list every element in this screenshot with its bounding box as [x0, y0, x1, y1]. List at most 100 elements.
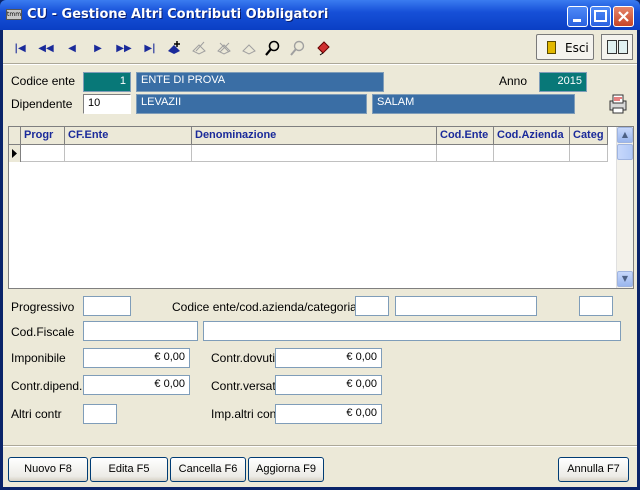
ente-name-field[interactable]: ENTE DI PROVA [136, 72, 384, 92]
delete-record-button[interactable] [213, 37, 235, 59]
anno-field[interactable]: 2015 [539, 72, 587, 92]
save-record-button[interactable] [238, 37, 260, 59]
last-record-button[interactable]: ▶| [139, 37, 161, 59]
table-cell[interactable] [494, 145, 570, 162]
codici-label: Codice ente/cod.azienda/categoria [172, 300, 357, 314]
column-header-categ[interactable]: Categ [570, 127, 608, 145]
close-button[interactable] [613, 6, 634, 27]
title-bar[interactable]: tmm CU - Gestione Altri Contributi Obbli… [0, 0, 640, 30]
grid-corner [9, 127, 21, 145]
current-row-indicator-icon [12, 149, 17, 158]
dipendente-label: Dipendente [11, 97, 73, 111]
cognome-field[interactable]: LEVAZII [136, 94, 367, 114]
anno-label: Anno [499, 74, 528, 88]
footer-separator [3, 445, 637, 447]
categoria-detail-field[interactable] [579, 296, 613, 316]
nome-field[interactable]: SALAM [372, 94, 575, 114]
table-cell[interactable] [21, 145, 65, 162]
aggiorna-button[interactable]: Aggiorna F9 [248, 457, 324, 482]
scroll-thumb[interactable] [617, 144, 633, 160]
save-record-icon [242, 44, 256, 55]
table-cell[interactable] [65, 145, 192, 162]
annulla-button[interactable]: Annulla F7 [558, 457, 629, 482]
altri-contr-label: Altri contr [11, 407, 62, 421]
edita-button[interactable]: Edita F5 [90, 457, 168, 482]
print-button[interactable] [606, 92, 630, 116]
contr-dovuti-field[interactable]: € 0,00 [275, 348, 382, 368]
table-cell[interactable] [437, 145, 494, 162]
app-icon: tmm [6, 9, 22, 20]
new-record-button[interactable] [163, 37, 185, 59]
cod-fiscale-label: Cod.Fiscale [11, 325, 75, 339]
eraser-icon [317, 41, 330, 56]
column-header-cod-azienda[interactable]: Cod.Azienda [494, 127, 570, 145]
search-button[interactable] [262, 37, 284, 59]
chevron-down-icon: ▼ [621, 274, 629, 283]
table-cell[interactable] [570, 145, 608, 162]
contr-dovuti-label: Contr.dovuti [211, 351, 276, 365]
nuovo-button[interactable]: Nuovo F8 [8, 457, 88, 482]
next-page-icon: ▶▶ [116, 42, 132, 54]
prev-record-icon: ◀ [68, 42, 76, 54]
codice-ente-detail-field[interactable] [355, 296, 389, 316]
esci-button[interactable]: Esci [536, 34, 594, 60]
close-icon [618, 11, 629, 22]
contr-dipend-field[interactable]: € 0,00 [83, 375, 190, 395]
prev-page-icon: ◀◀ [38, 42, 54, 54]
delete-record-icon [217, 42, 231, 55]
column-header-cod-ente[interactable]: Cod.Ente [437, 127, 494, 145]
next-record-icon: ▶ [94, 42, 102, 54]
search-next-button[interactable] [287, 37, 309, 59]
imponibile-label: Imponibile [11, 351, 66, 365]
column-header-cf-ente[interactable]: CF.Ente [65, 127, 192, 145]
clear-filter-button[interactable] [312, 37, 334, 59]
codice-ente-label: Codice ente [11, 74, 76, 88]
scroll-up-button[interactable]: ▲ [617, 127, 633, 143]
last-record-icon: ▶| [144, 42, 156, 54]
table-cell[interactable] [192, 145, 437, 162]
prev-record-button[interactable]: ◀ [61, 37, 83, 59]
chevron-up-icon: ▲ [621, 130, 629, 139]
main-window: tmm CU - Gestione Altri Contributi Obbli… [0, 0, 640, 490]
toolbar-separator [3, 63, 637, 65]
contr-versati-field[interactable]: € 0,00 [275, 375, 382, 395]
first-record-button[interactable]: |◀ [9, 37, 31, 59]
client-area: |◀ ◀◀ ◀ ▶ ▶▶ ▶| Esci Codice ente 1 ENTE … [3, 30, 637, 487]
next-record-button[interactable]: ▶ [87, 37, 109, 59]
progressivo-field[interactable] [83, 296, 131, 316]
scroll-down-button[interactable]: ▼ [617, 271, 633, 287]
edit-record-icon [192, 41, 206, 55]
imponibile-field[interactable]: € 0,00 [83, 348, 190, 368]
edit-record-button[interactable] [188, 37, 210, 59]
row-selector[interactable] [9, 145, 21, 162]
cancella-button[interactable]: Cancella F6 [170, 457, 246, 482]
codice-ente-field[interactable]: 1 [83, 72, 131, 92]
dipendente-code-field[interactable]: 10 [83, 94, 131, 114]
column-header-denominazione[interactable]: Denominazione [192, 127, 437, 145]
contributi-grid[interactable]: Progr CF.Ente Denominazione Cod.Ente Cod… [8, 126, 634, 289]
first-record-icon: |◀ [14, 42, 26, 54]
minimize-button[interactable] [567, 6, 588, 27]
imp-altri-contr-label: Imp.altri contr [211, 407, 284, 421]
column-header-progr[interactable]: Progr [21, 127, 65, 145]
imp-altri-contr-field[interactable]: € 0,00 [275, 404, 382, 424]
cod-azienda-detail-field[interactable] [395, 296, 537, 316]
window-title: CU - Gestione Altri Contributi Obbligato… [27, 7, 329, 22]
help-button[interactable] [601, 34, 633, 60]
minimize-icon [573, 19, 581, 22]
cod-fiscale-field[interactable] [83, 321, 198, 341]
maximize-icon [594, 10, 607, 22]
contr-dipend-label: Contr.dipend. [11, 379, 83, 393]
grid-vertical-scrollbar[interactable]: ▲ ▼ [616, 127, 633, 288]
prev-page-button[interactable]: ◀◀ [35, 37, 57, 59]
exit-door-icon [547, 41, 556, 54]
denominazione-detail-field[interactable] [203, 321, 621, 341]
search-icon [265, 40, 280, 56]
altri-contr-field[interactable] [83, 404, 117, 424]
next-page-button[interactable]: ▶▶ [113, 37, 135, 59]
progressivo-label: Progressivo [11, 300, 75, 314]
new-record-icon [168, 41, 180, 54]
printer-icon [609, 94, 627, 114]
maximize-button[interactable] [590, 6, 611, 27]
search-next-icon [290, 40, 305, 56]
